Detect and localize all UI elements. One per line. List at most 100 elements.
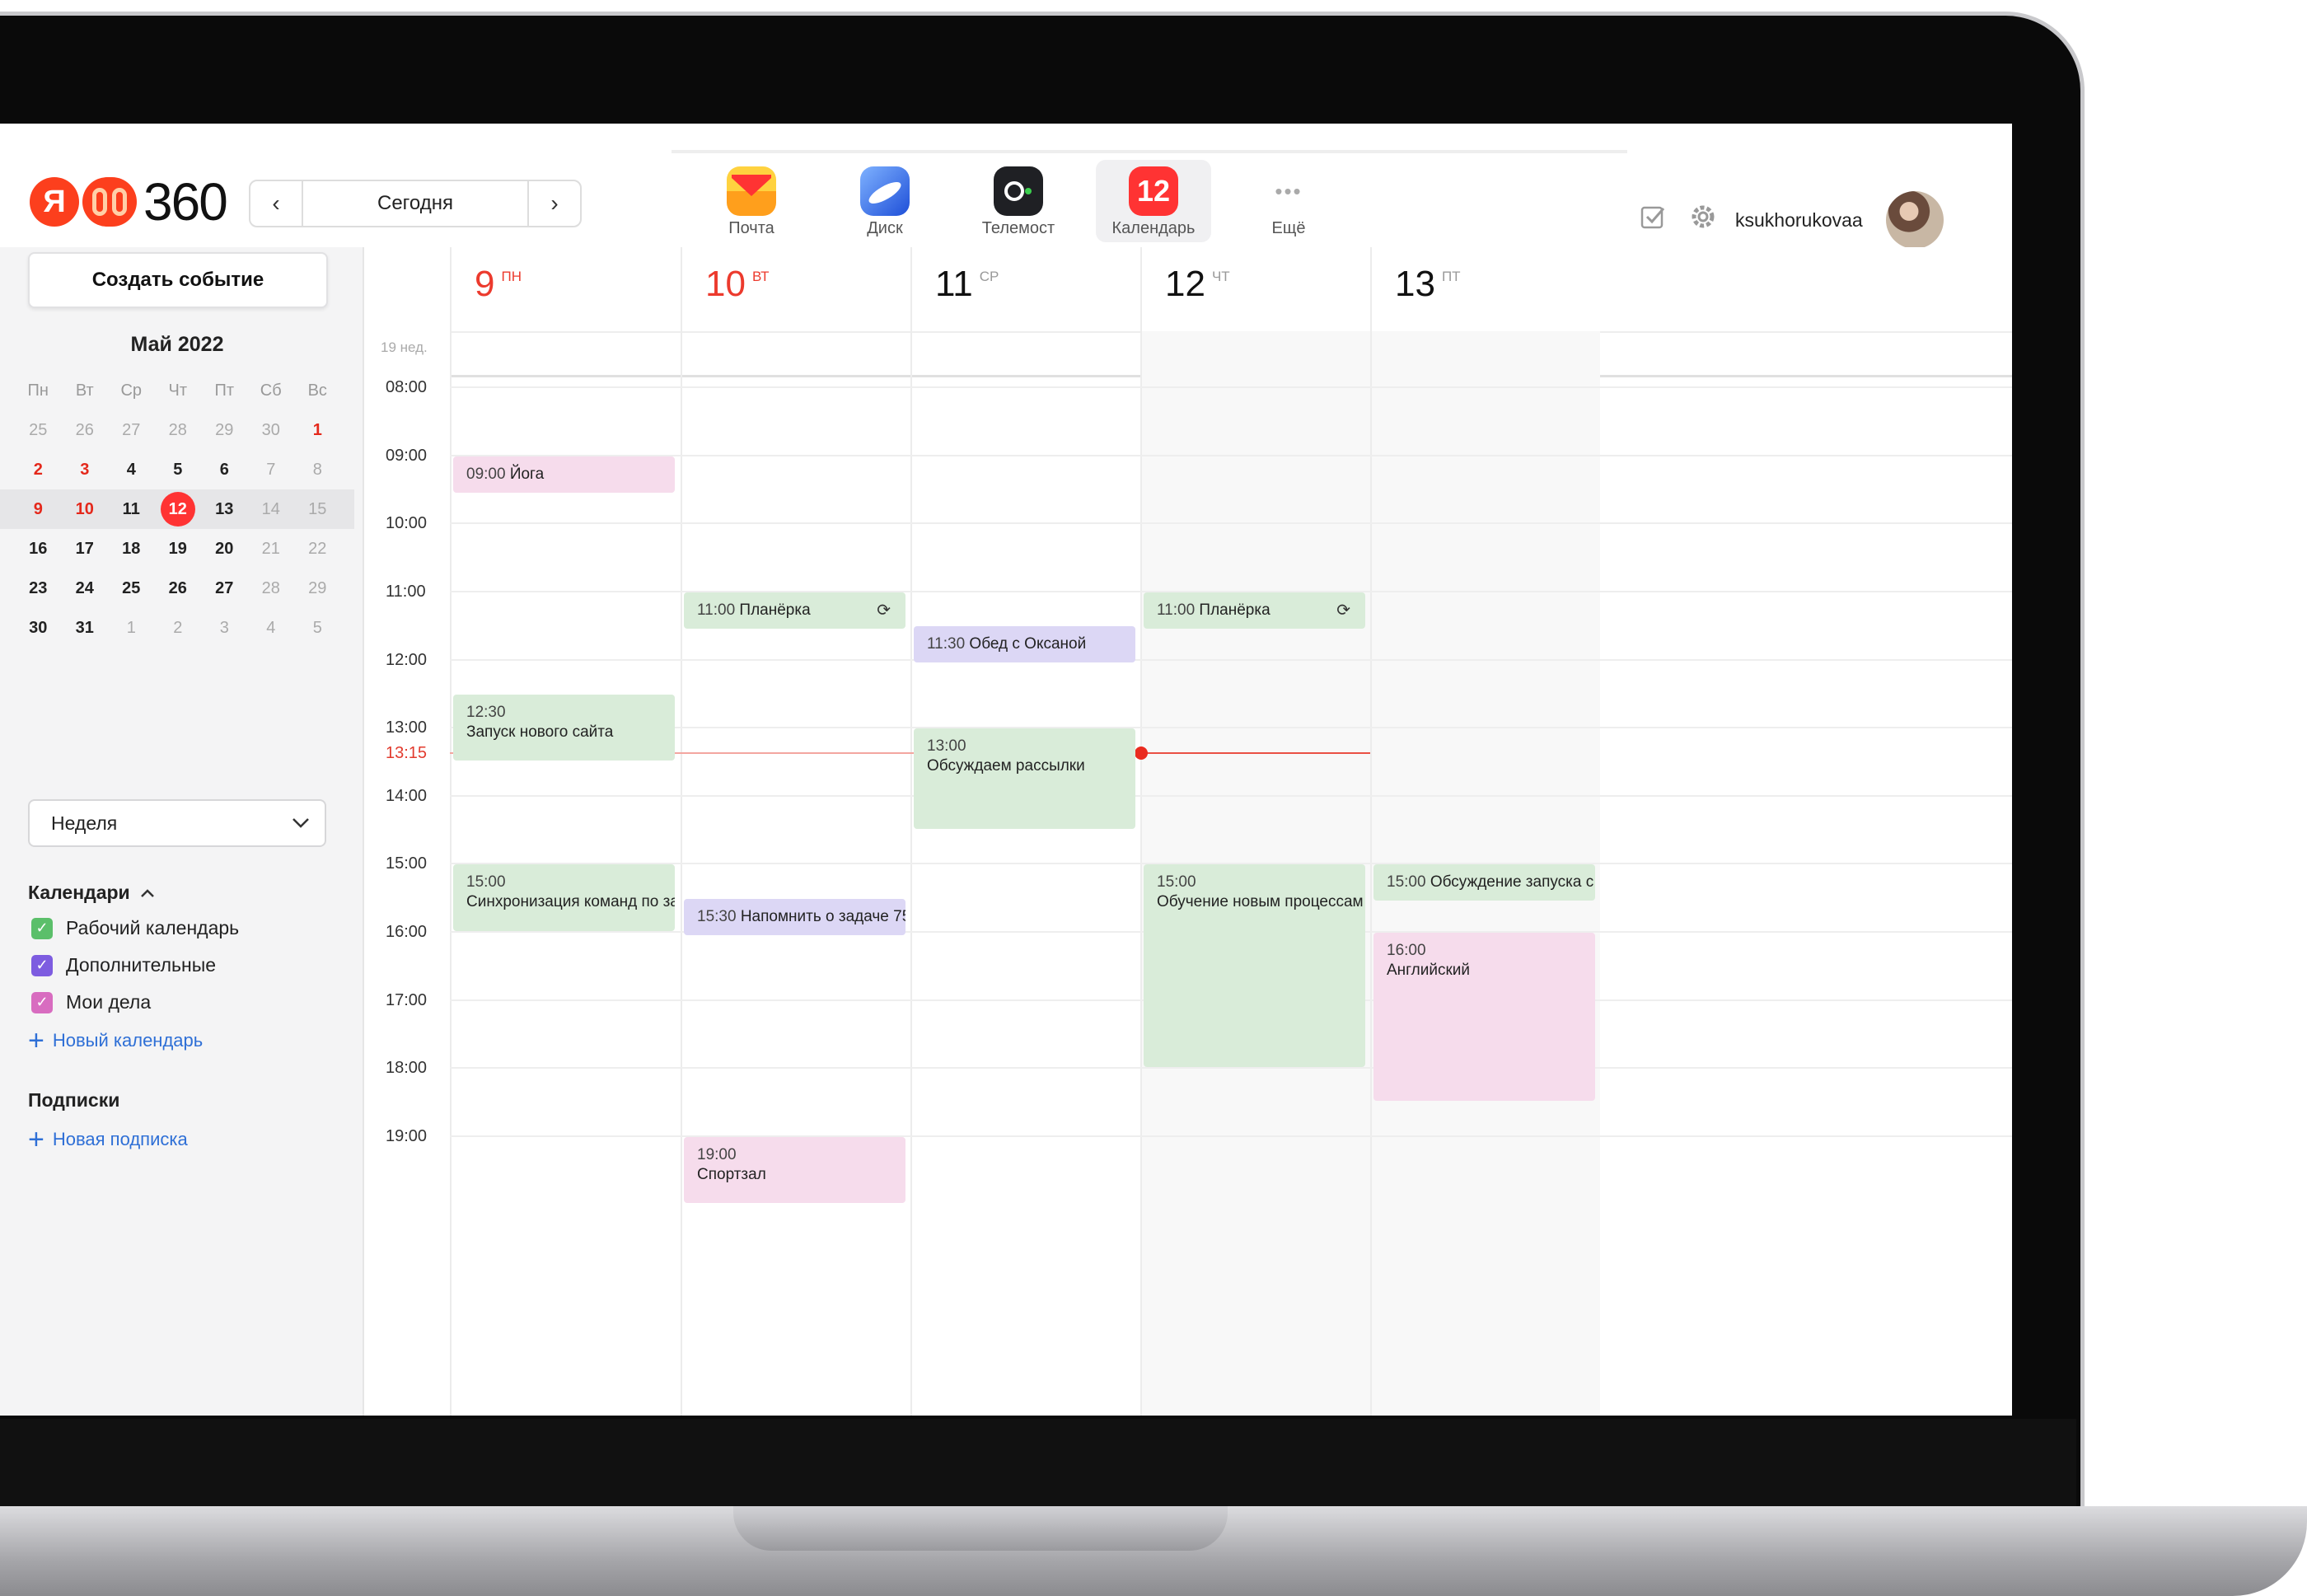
day-header[interactable]: 11 СР (910, 247, 1140, 331)
calendar-event[interactable]: 15:00Синхронизация команд по задаче (453, 864, 675, 931)
mini-day[interactable]: 3 (62, 461, 109, 480)
day-weekday: ЧТ (1211, 269, 1230, 284)
calendar-event[interactable]: 11:30 Обед с Оксаной (914, 626, 1135, 663)
today-button[interactable]: Сегодня (302, 181, 529, 226)
calendar-label: Дополнительные (66, 954, 217, 976)
mini-day[interactable]: 2 (15, 461, 62, 480)
top-divider (672, 150, 1627, 153)
view-select[interactable]: Неделя (28, 799, 326, 847)
hour-label: 17:00 (386, 990, 428, 1009)
event-time: 19:00 (697, 1145, 737, 1163)
today-marker[interactable]: 12 (160, 492, 195, 527)
disk-icon (860, 166, 910, 216)
calendar-event[interactable]: 12:30 Запуск нового сайта (453, 694, 675, 761)
mini-day[interactable]: 5 (294, 619, 341, 638)
mini-day[interactable]: 17 (62, 540, 109, 559)
mini-day[interactable]: 29 (201, 421, 248, 440)
mini-day[interactable]: 12 (155, 492, 202, 527)
calendar-item-work[interactable]: ✓ Рабочий календарь (31, 917, 239, 939)
mini-day[interactable]: 25 (108, 579, 155, 598)
mini-day[interactable]: 4 (248, 619, 295, 638)
calendar-item-my-tasks[interactable]: ✓ Мои дела (31, 991, 151, 1013)
ya-logo-icon: Я (30, 177, 79, 227)
calendar-event[interactable]: 11:00 Планёрка ⟳ (1144, 592, 1365, 629)
mini-day[interactable]: 20 (201, 540, 248, 559)
checkbox-icon[interactable]: ✓ (31, 954, 53, 976)
mini-day[interactable]: 28 (248, 579, 295, 598)
calendar-event[interactable]: 11:00 Планёрка ⟳ (684, 592, 905, 629)
mini-day[interactable]: 30 (15, 619, 62, 638)
mini-day[interactable]: 15 (294, 500, 341, 519)
checkbox-icon[interactable]: ✓ (31, 917, 53, 939)
mini-week-row: 16 17 18 19 20 21 22 (15, 529, 354, 569)
day-header[interactable]: 9 ПН (450, 247, 680, 331)
checkbox-icon[interactable]: ✓ (31, 991, 53, 1013)
mini-day[interactable]: 10 (62, 500, 109, 519)
mini-day[interactable]: 26 (62, 421, 109, 440)
create-event-button[interactable]: Создать событие (28, 252, 328, 308)
mini-day[interactable]: 5 (155, 461, 202, 480)
current-time-line-today (1140, 751, 1370, 754)
mini-day[interactable]: 11 (108, 500, 155, 519)
calendars-section-toggle[interactable]: Календари (28, 882, 155, 904)
yandex-360-logo[interactable]: Я 360 (30, 171, 228, 232)
mini-day[interactable]: 24 (62, 579, 109, 598)
mini-day[interactable]: 2 (155, 619, 202, 638)
mini-day[interactable]: 25 (15, 421, 62, 440)
day-header[interactable]: 10 ВТ (681, 247, 910, 331)
mini-day[interactable]: 1 (108, 619, 155, 638)
mini-day[interactable]: 22 (294, 540, 341, 559)
day-header[interactable]: 13 ПТ (1370, 247, 1600, 331)
gear-icon[interactable] (1689, 203, 1717, 237)
app-telemost[interactable]: Телемост (961, 160, 1076, 242)
new-calendar-link[interactable]: + Новый календарь (28, 1027, 203, 1055)
logo-text: 360 (143, 172, 228, 232)
calendar-event[interactable]: 13:00 Обсуждаем рассылки (914, 728, 1135, 830)
mini-day[interactable]: 3 (201, 619, 248, 638)
tasks-icon[interactable] (1640, 204, 1666, 236)
mini-day[interactable]: 27 (108, 421, 155, 440)
prev-week-button[interactable]: ‹ (250, 181, 302, 226)
mini-day[interactable]: 8 (294, 461, 341, 480)
new-subscription-link[interactable]: + Новая подписка (28, 1126, 188, 1154)
mini-day[interactable]: 4 (108, 461, 155, 480)
calendar-event[interactable]: 15:00 Обсуждение запуска с ком (1373, 864, 1595, 901)
mini-day[interactable]: 28 (155, 421, 202, 440)
app-mail[interactable]: Почта (694, 160, 809, 242)
app-more[interactable]: ••• Ещё (1231, 160, 1346, 242)
mini-day[interactable]: 19 (155, 540, 202, 559)
mini-day[interactable]: 30 (248, 421, 295, 440)
next-week-button[interactable]: › (529, 181, 580, 226)
mini-day[interactable]: 27 (201, 579, 248, 598)
mini-day[interactable]: 23 (15, 579, 62, 598)
day-header[interactable]: 12 ЧТ (1140, 247, 1370, 331)
calendar-event[interactable]: 09:00 Йога (453, 456, 675, 493)
avatar[interactable] (1885, 191, 1944, 249)
calendar-item-additional[interactable]: ✓ Дополнительные (31, 954, 216, 976)
mini-day[interactable]: 16 (15, 540, 62, 559)
day-weekday: ПТ (1441, 269, 1461, 284)
mini-day[interactable]: 7 (248, 461, 295, 480)
mini-day[interactable]: 26 (155, 579, 202, 598)
day-divider (1140, 247, 1142, 1416)
calendar-event[interactable]: 16:00 Английский (1373, 932, 1595, 1102)
mini-day[interactable]: 6 (201, 461, 248, 480)
event-title: Синхронизация команд по задаче (466, 893, 675, 911)
app-disk[interactable]: Диск (827, 160, 943, 242)
mini-day[interactable]: 29 (294, 579, 341, 598)
mini-day[interactable]: 1 (294, 421, 341, 440)
app-calendar[interactable]: 12 Календарь (1096, 160, 1211, 242)
mini-day[interactable]: 13 (201, 500, 248, 519)
calendar-event[interactable]: 15:30 Напомнить о задаче 756 (684, 898, 905, 935)
event-time: 09:00 (466, 465, 506, 483)
mini-day[interactable]: 14 (248, 500, 295, 519)
calendar-event[interactable]: 15:00 Обучение новым процессам (1144, 864, 1365, 1068)
mini-day[interactable]: 9 (15, 500, 62, 519)
mini-day[interactable]: 31 (62, 619, 109, 638)
mini-day[interactable]: 21 (248, 540, 295, 559)
mini-day[interactable]: 18 (108, 540, 155, 559)
calendar-event[interactable]: 19:00 Спортзал (684, 1136, 905, 1204)
day-number: 12 (1165, 264, 1205, 304)
event-title: Запуск нового сайта (466, 723, 614, 741)
username[interactable]: ksukhorukovaa (1735, 209, 1863, 232)
